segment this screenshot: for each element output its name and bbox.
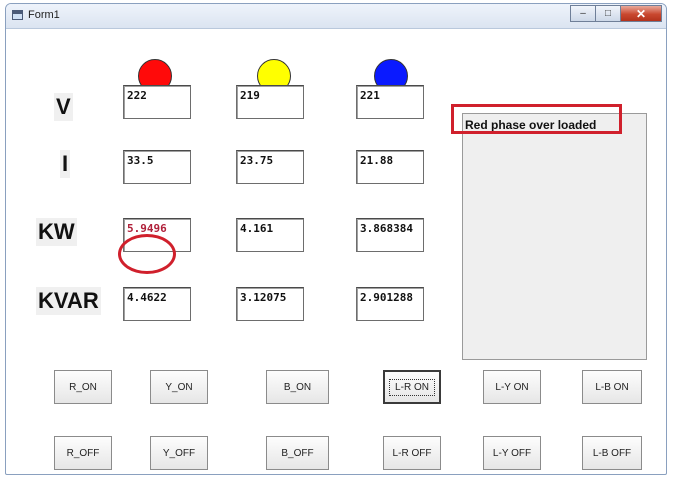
l-y-off-button[interactable]: L-Y OFF [483, 436, 541, 470]
l-b-on-label: L-B ON [595, 381, 629, 393]
l-y-on-label: L-Y ON [495, 381, 529, 393]
r-on-button[interactable]: R_ON [54, 370, 112, 404]
y-off-button[interactable]: Y_OFF [150, 436, 208, 470]
i-blue-textbox[interactable]: 21.88 [356, 150, 424, 184]
v-yellow-textbox[interactable]: 219 [236, 85, 304, 119]
i-yellow-textbox[interactable]: 23.75 [236, 150, 304, 184]
y-off-label: Y_OFF [162, 447, 196, 459]
b-off-label: B_OFF [281, 447, 314, 459]
kw-blue-textbox[interactable]: 3.868384 [356, 218, 424, 252]
b-on-button[interactable]: B_ON [266, 370, 329, 404]
kvar-yellow-textbox[interactable]: 3.12075 [236, 287, 304, 321]
label-kw: KW [36, 218, 77, 246]
label-i: I [60, 150, 71, 178]
label-kvar: KVAR [36, 287, 101, 315]
r-off-button[interactable]: R_OFF [54, 436, 112, 470]
caption-buttons: – □ ✕ [570, 5, 662, 23]
form-icon [12, 10, 23, 20]
b-off-button[interactable]: B_OFF [266, 436, 329, 470]
title-bar[interactable]: Form1 – □ ✕ [6, 4, 666, 29]
minimize-button[interactable]: – [570, 5, 596, 22]
minimize-icon: – [580, 8, 586, 19]
label-v: V [54, 93, 73, 121]
l-r-off-button[interactable]: L-R OFF [383, 436, 441, 470]
maximize-icon: □ [604, 8, 612, 19]
i-red-textbox[interactable]: 33.5 [123, 150, 191, 184]
form-client-area: V I KW KVAR 222 219 221 33.5 23.75 21.88… [10, 29, 662, 470]
l-b-on-button[interactable]: L-B ON [582, 370, 642, 404]
v-red-textbox[interactable]: 222 [123, 85, 191, 119]
l-r-on-label: L-R ON [389, 378, 435, 396]
kvar-red-textbox[interactable]: 4.4622 [123, 287, 191, 321]
r-off-label: R_OFF [66, 447, 100, 459]
close-icon: ✕ [635, 6, 647, 21]
b-on-label: B_ON [283, 381, 312, 393]
close-button[interactable]: ✕ [620, 5, 662, 22]
l-b-off-label: L-B OFF [592, 447, 632, 459]
y-on-label: Y_ON [165, 381, 193, 393]
status-message-box[interactable] [462, 113, 647, 360]
message-highlight-box [451, 104, 622, 134]
l-y-off-label: L-Y OFF [492, 447, 532, 459]
kw-yellow-textbox[interactable]: 4.161 [236, 218, 304, 252]
l-r-on-button[interactable]: L-R ON [383, 370, 441, 404]
y-on-button[interactable]: Y_ON [150, 370, 208, 404]
form-window: Form1 – □ ✕ V I KW KVAR 222 219 221 33.5… [5, 3, 667, 475]
v-blue-textbox[interactable]: 221 [356, 85, 424, 119]
l-b-off-button[interactable]: L-B OFF [582, 436, 642, 470]
window-title: Form1 [28, 9, 60, 21]
l-r-off-label: L-R OFF [392, 447, 432, 459]
l-y-on-button[interactable]: L-Y ON [483, 370, 541, 404]
kvar-blue-textbox[interactable]: 2.901288 [356, 287, 424, 321]
kw-highlight-circle [118, 234, 176, 274]
r-on-label: R_ON [69, 381, 97, 393]
maximize-button[interactable]: □ [595, 5, 621, 22]
